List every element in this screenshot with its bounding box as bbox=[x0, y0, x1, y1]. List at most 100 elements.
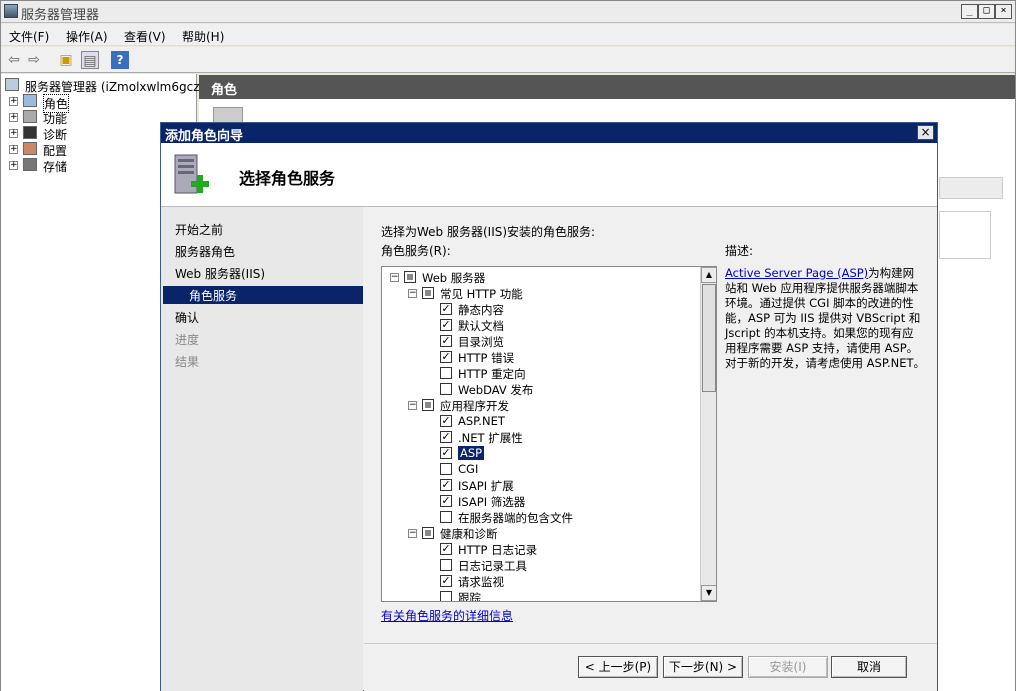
right-pane-header: 角色 bbox=[199, 75, 1015, 99]
expand-icon[interactable]: + bbox=[9, 97, 18, 106]
tree-root-label: 服务器管理器 (iZmolxwlm6gczb bbox=[25, 80, 208, 94]
forward-icon[interactable]: ⇨ bbox=[25, 51, 43, 69]
service-row[interactable]: ✓ 请求监视 bbox=[382, 573, 698, 589]
service-checkbox[interactable]: ✓ bbox=[440, 303, 452, 315]
step-before-you-begin[interactable]: 开始之前 bbox=[175, 221, 223, 238]
tree-item-label: 功能 bbox=[43, 112, 68, 126]
dialog-title: 添加角色向导 bbox=[165, 129, 244, 144]
tree-item-label: 配置 bbox=[43, 144, 68, 158]
service-row[interactable]: ✓ ASP.NET bbox=[382, 413, 698, 429]
toolbar: ⇦ ⇨ ▣ ▤ ? bbox=[1, 47, 1015, 73]
tree-item-label: 存储 bbox=[43, 160, 68, 174]
back-icon[interactable]: ⇦ bbox=[5, 51, 23, 69]
service-checkbox[interactable]: ✓ bbox=[440, 351, 452, 363]
service-label: 在服务器端的包含文件 bbox=[458, 511, 573, 525]
service-checkbox[interactable] bbox=[422, 287, 434, 299]
service-row[interactable]: CGI bbox=[382, 461, 698, 477]
service-checkbox[interactable] bbox=[422, 527, 434, 539]
service-row[interactable]: ✓ 目录浏览 bbox=[382, 333, 698, 349]
service-checkbox[interactable] bbox=[422, 399, 434, 411]
service-label: CGI bbox=[458, 462, 479, 476]
step-progress: 进度 bbox=[175, 333, 200, 347]
service-label: 常见 HTTP 功能 bbox=[440, 287, 523, 301]
service-checkbox[interactable]: ✓ bbox=[440, 415, 452, 427]
collapse-icon[interactable]: − bbox=[408, 289, 417, 298]
service-checkbox[interactable]: ✓ bbox=[440, 495, 452, 507]
service-row[interactable]: ✓ HTTP 错误 bbox=[382, 349, 698, 365]
scroll-up-icon[interactable]: ▲ bbox=[701, 267, 716, 283]
service-checkbox[interactable]: ✓ bbox=[440, 431, 452, 443]
scroll-thumb[interactable] bbox=[702, 284, 716, 392]
expand-icon[interactable]: + bbox=[9, 161, 18, 170]
service-checkbox[interactable] bbox=[440, 463, 452, 475]
service-row[interactable]: ✓ 默认文档 bbox=[382, 317, 698, 333]
list-scrollbar[interactable]: ▲ ▼ bbox=[700, 267, 716, 601]
service-row[interactable]: ✓ ISAPI 扩展 bbox=[382, 477, 698, 493]
step-role-services[interactable]: 角色服务 bbox=[163, 286, 363, 304]
service-checkbox[interactable] bbox=[440, 591, 452, 601]
service-row[interactable]: 日志记录工具 bbox=[382, 557, 698, 573]
service-checkbox[interactable] bbox=[440, 511, 452, 523]
expand-icon[interactable]: + bbox=[9, 145, 18, 154]
wizard-content: 选择为Web 服务器(IIS)安装的角色服务: 角色服务(R): − Web 服务… bbox=[364, 207, 937, 643]
service-row[interactable]: ✓ ASP bbox=[382, 445, 698, 461]
more-info-link[interactable]: 有关角色服务的详细信息 bbox=[381, 607, 513, 624]
service-label: .NET 扩展性 bbox=[458, 431, 523, 445]
expand-icon[interactable]: + bbox=[9, 113, 18, 122]
configuration-icon bbox=[23, 142, 37, 155]
service-row[interactable]: − 应用程序开发 bbox=[382, 397, 698, 413]
service-row[interactable]: ✓ .NET 扩展性 bbox=[382, 429, 698, 445]
service-checkbox[interactable]: ✓ bbox=[440, 543, 452, 555]
service-row[interactable]: ✓ HTTP 日志记录 bbox=[382, 541, 698, 557]
collapse-icon[interactable]: − bbox=[408, 529, 417, 538]
service-row[interactable]: HTTP 重定向 bbox=[382, 365, 698, 381]
maximize-button[interactable]: □ bbox=[978, 4, 995, 19]
server-add-icon bbox=[174, 154, 209, 194]
right-pane-section-bar bbox=[939, 177, 1003, 199]
collapse-icon[interactable]: − bbox=[408, 401, 417, 410]
service-checkbox[interactable] bbox=[404, 271, 416, 283]
minimize-button[interactable]: _ bbox=[961, 4, 978, 19]
service-row[interactable]: ✓ 静态内容 bbox=[382, 301, 698, 317]
dialog-header-title: 选择角色服务 bbox=[239, 169, 336, 188]
service-checkbox[interactable]: ✓ bbox=[440, 319, 452, 331]
console-icon[interactable]: ▤ bbox=[81, 51, 99, 69]
service-checkbox[interactable]: ✓ bbox=[440, 447, 452, 459]
expand-icon[interactable]: + bbox=[9, 129, 18, 138]
scroll-down-icon[interactable]: ▼ bbox=[701, 585, 716, 601]
service-checkbox[interactable] bbox=[440, 559, 452, 571]
close-button[interactable]: × bbox=[995, 4, 1012, 19]
menu-bar: 文件(F) 操作(A) 查看(V) 帮助(H) bbox=[1, 24, 1015, 46]
menu-file[interactable]: 文件(F) bbox=[9, 28, 49, 45]
menu-action[interactable]: 操作(A) bbox=[66, 28, 108, 45]
role-services-list[interactable]: − Web 服务器 − 常见 HTTP 功能 ✓ 静态内容 ✓ 默认文档 ✓ 目录浏览 ✓ HTTP … bbox=[381, 266, 717, 602]
folder-up-icon[interactable]: ▣ bbox=[57, 51, 75, 69]
cancel-button[interactable]: 取消 bbox=[831, 656, 907, 678]
help-icon[interactable]: ? bbox=[111, 51, 129, 69]
service-row[interactable]: WebDAV 发布 bbox=[382, 381, 698, 397]
prev-button[interactable]: < 上一步(P) bbox=[578, 656, 658, 678]
service-row[interactable]: − Web 服务器 bbox=[382, 269, 698, 285]
service-row[interactable]: 跟踪 bbox=[382, 589, 698, 602]
service-row[interactable]: 在服务器端的包含文件 bbox=[382, 509, 698, 525]
service-row[interactable]: − 健康和诊断 bbox=[382, 525, 698, 541]
asp-link[interactable]: Active Server Page (ASP) bbox=[725, 266, 868, 280]
service-checkbox[interactable] bbox=[440, 383, 452, 395]
dialog-close-button[interactable]: × bbox=[917, 125, 934, 140]
service-checkbox[interactable]: ✓ bbox=[440, 575, 452, 587]
service-label: 目录浏览 bbox=[458, 335, 504, 349]
service-checkbox[interactable]: ✓ bbox=[440, 335, 452, 347]
service-label: 静态内容 bbox=[458, 303, 504, 317]
service-checkbox[interactable] bbox=[440, 367, 452, 379]
service-label: 跟踪 bbox=[458, 591, 481, 602]
menu-view[interactable]: 查看(V) bbox=[124, 28, 166, 45]
service-row[interactable]: − 常见 HTTP 功能 bbox=[382, 285, 698, 301]
collapse-icon[interactable]: − bbox=[390, 273, 399, 282]
next-button[interactable]: 下一步(N) > bbox=[663, 656, 743, 678]
service-checkbox[interactable]: ✓ bbox=[440, 479, 452, 491]
step-server-roles[interactable]: 服务器角色 bbox=[175, 243, 235, 260]
step-confirmation[interactable]: 确认 bbox=[175, 309, 199, 326]
service-row[interactable]: ✓ ISAPI 筛选器 bbox=[382, 493, 698, 509]
menu-help[interactable]: 帮助(H) bbox=[182, 28, 224, 45]
step-web-server[interactable]: Web 服务器(IIS) bbox=[175, 265, 265, 282]
